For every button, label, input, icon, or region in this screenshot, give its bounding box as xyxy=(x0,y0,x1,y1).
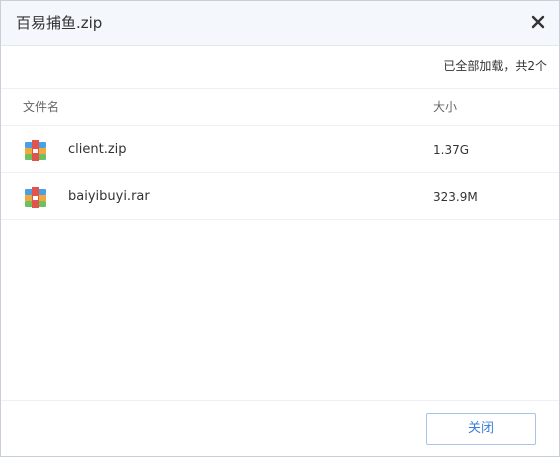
archive-icon xyxy=(25,187,46,208)
table-row[interactable]: baiyibuyi.rar 323.9M xyxy=(1,173,559,219)
divider xyxy=(1,88,559,89)
footer-divider xyxy=(1,400,559,401)
column-header-name: 文件名 xyxy=(23,100,60,114)
load-status: 已全部加载，共2个 xyxy=(443,59,547,73)
archive-icon xyxy=(25,140,46,161)
file-size: 1.37G xyxy=(433,143,470,157)
divider xyxy=(1,219,559,220)
file-size: 323.9M xyxy=(433,190,478,204)
column-header-size: 大小 xyxy=(433,100,458,114)
close-icon[interactable] xyxy=(531,15,545,29)
archive-preview-dialog: 百易捕鱼.zip 已全部加载，共2个 文件名 大小 client.zip 1.3… xyxy=(0,0,560,457)
table-row[interactable]: client.zip 1.37G xyxy=(1,126,559,172)
file-name[interactable]: baiyibuyi.rar xyxy=(68,188,150,206)
close-button[interactable]: 关闭 xyxy=(426,413,536,445)
dialog-title-bar: 百易捕鱼.zip xyxy=(1,1,559,46)
file-name[interactable]: client.zip xyxy=(68,141,127,159)
dialog-title: 百易捕鱼.zip xyxy=(16,14,103,32)
